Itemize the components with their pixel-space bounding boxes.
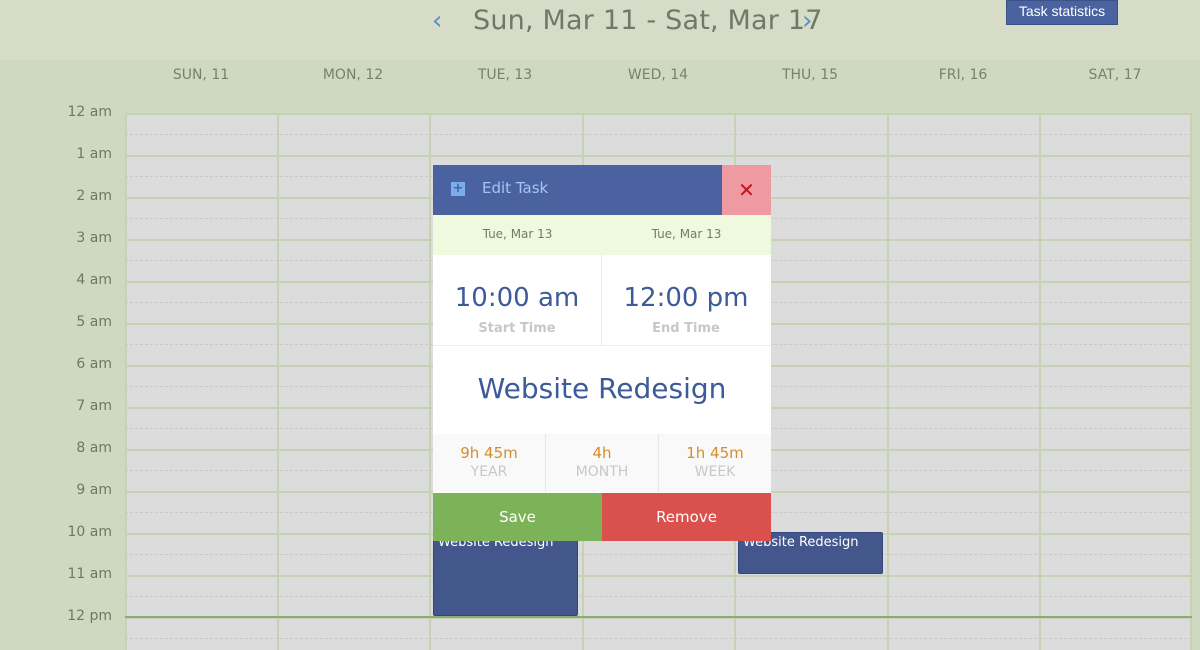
- hour-label: 10 am: [67, 524, 112, 540]
- day-header-fri: FRI, 16: [938, 67, 988, 83]
- start-time-caption: Start Time: [478, 321, 556, 336]
- stat-value: 1h 45m: [686, 444, 744, 462]
- dialog-title: Edit Task: [482, 179, 549, 197]
- chevron-right-icon[interactable]: ›: [802, 4, 812, 38]
- day-header-wed: WED, 14: [627, 67, 689, 83]
- task-name-field[interactable]: Website Redesign: [433, 372, 771, 405]
- task-statistics-button[interactable]: Task statistics: [1006, 0, 1118, 25]
- current-time-line: [125, 616, 1192, 618]
- dialog-header: + Edit Task: [433, 165, 722, 215]
- hour-label: 6 am: [76, 356, 112, 372]
- grid-half-hour-line: [125, 596, 1192, 597]
- end-date[interactable]: Tue, Mar 13: [602, 227, 771, 241]
- grid-column-line: [1190, 113, 1192, 650]
- hour-label: 1 am: [76, 146, 112, 162]
- start-time-field[interactable]: 10:00 am Start Time: [433, 255, 601, 345]
- start-time-value: 10:00 am: [454, 283, 580, 313]
- start-date[interactable]: Tue, Mar 13: [433, 227, 602, 241]
- hour-label: 8 am: [76, 440, 112, 456]
- hour-label: 9 am: [76, 482, 112, 498]
- plus-square-icon: +: [451, 181, 465, 196]
- close-button[interactable]: ✕: [722, 165, 771, 215]
- end-time-value: 12:00 pm: [623, 283, 749, 313]
- hour-label: 4 am: [76, 272, 112, 288]
- grid-column-line: [1039, 113, 1041, 650]
- day-header-tue: TUE, 13: [477, 67, 533, 83]
- grid-column-line: [125, 113, 127, 650]
- week-range-title: Sun, Mar 11 - Sat, Mar 17: [473, 5, 823, 36]
- day-header-thu: THU, 15: [781, 67, 839, 83]
- grid-half-hour-line: [125, 554, 1192, 555]
- grid-half-hour-line: [125, 134, 1192, 135]
- date-strip: Tue, Mar 13 Tue, Mar 13: [433, 215, 771, 255]
- hour-label: 2 am: [76, 188, 112, 204]
- close-icon: ✕: [738, 178, 755, 202]
- stat-label: WEEK: [694, 464, 736, 480]
- divider: [433, 345, 771, 346]
- hour-label: 12 pm: [67, 608, 112, 624]
- hour-label: 12 am: [67, 104, 112, 120]
- grid-column-line: [887, 113, 889, 650]
- stat-value: 4h: [592, 444, 612, 462]
- calendar-event[interactable]: Website Redesign: [433, 532, 578, 616]
- grid-hour-line: [125, 113, 1192, 115]
- remove-button[interactable]: Remove: [602, 493, 771, 541]
- hour-label: 11 am: [67, 566, 112, 582]
- grid-hour-line: [125, 575, 1192, 577]
- grid-column-line: [429, 113, 431, 650]
- end-time-field[interactable]: 12:00 pm End Time: [602, 255, 770, 345]
- stat-label: MONTH: [575, 464, 629, 480]
- grid-hour-line: [125, 155, 1192, 157]
- hour-label: 5 am: [76, 314, 112, 330]
- grid-half-hour-line: [125, 638, 1192, 639]
- stat-year: 9h 45m YEAR: [433, 434, 545, 492]
- day-header-sun: SUN, 11: [172, 67, 230, 83]
- chevron-left-icon[interactable]: ‹: [432, 4, 442, 38]
- hour-label: 3 am: [76, 230, 112, 246]
- end-time-caption: End Time: [652, 321, 720, 336]
- day-header-mon: MON, 12: [322, 67, 384, 83]
- stat-label: YEAR: [470, 464, 508, 480]
- stat-week: 1h 45m WEEK: [659, 434, 771, 492]
- day-header-sat: SAT, 17: [1088, 67, 1142, 83]
- grid-column-line: [277, 113, 279, 650]
- edit-task-dialog: + Edit Task ✕ Tue, Mar 13 Tue, Mar 13 10…: [433, 165, 771, 541]
- save-button[interactable]: Save: [433, 493, 602, 541]
- hour-label: 7 am: [76, 398, 112, 414]
- stat-month: 4h MONTH: [546, 434, 658, 492]
- stat-value: 9h 45m: [460, 444, 518, 462]
